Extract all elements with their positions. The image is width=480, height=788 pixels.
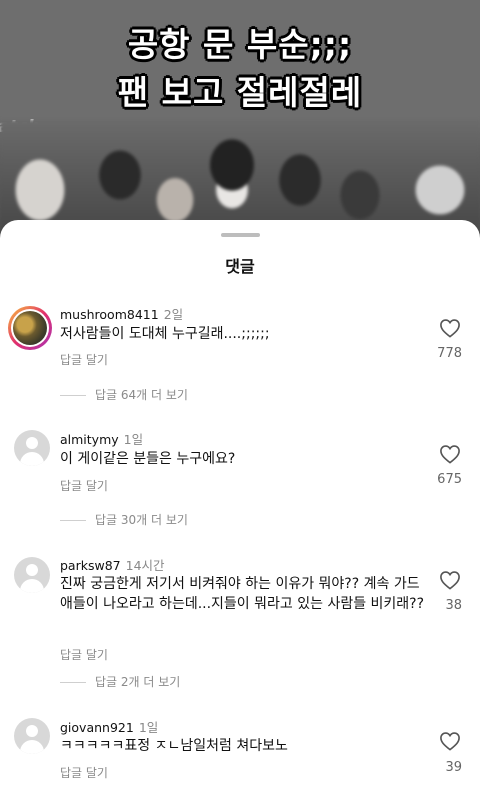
view-replies-button[interactable]: 답글 2개 더 보기 xyxy=(60,673,180,690)
avatar-photo xyxy=(13,311,47,345)
like-count: 38 xyxy=(445,598,462,613)
view-replies-label: 답글 30개 더 보기 xyxy=(95,513,188,527)
comment-meta: parksw87 14시간 xyxy=(60,555,165,574)
like-count: 39 xyxy=(445,760,462,775)
comments-sheet: 댓글 mushroom8411 2일 저사람들이 도대체 누구길래....;;;;… xyxy=(0,220,480,788)
view-replies-button[interactable]: 답글 64개 더 보기 xyxy=(60,386,188,403)
comment-meta: giovann921 1일 xyxy=(60,717,158,736)
reply-button[interactable]: 답글 달기 xyxy=(60,764,108,781)
like-count: 675 xyxy=(437,472,462,487)
default-avatar-icon xyxy=(26,564,38,576)
comment-text: 진짜 궁금한게 저기서 비켜줘야 하는 이유가 뭐야?? 계속 가드애들이 나오… xyxy=(60,576,425,612)
like-count: 778 xyxy=(437,346,462,361)
reply-button[interactable]: 답글 달기 xyxy=(60,646,108,663)
heart-icon[interactable] xyxy=(439,318,461,338)
sheet-title: 댓글 xyxy=(225,257,255,276)
video-title-line-1: 공항 문 부순;;; xyxy=(127,25,353,64)
comment-username[interactable]: mushroom8411 xyxy=(60,307,159,322)
comment-username[interactable]: almitymy xyxy=(60,432,119,447)
default-avatar-icon xyxy=(26,437,38,449)
heart-icon[interactable] xyxy=(439,444,461,464)
view-replies-label: 답글 2개 더 보기 xyxy=(95,675,181,689)
avatar[interactable] xyxy=(14,557,50,593)
comment-username[interactable]: giovann921 xyxy=(60,720,134,735)
avatar[interactable] xyxy=(8,306,52,350)
comment-text: 저사람들이 도대체 누구길래....;;;;;; xyxy=(60,326,270,342)
view-replies-line xyxy=(60,682,86,683)
comment-meta: almitymy 1일 xyxy=(60,429,143,448)
sheet-drag-handle[interactable] xyxy=(221,233,260,237)
reply-button[interactable]: 답글 달기 xyxy=(60,351,108,368)
video-title-line-2: 팬 보고 절레절레 xyxy=(117,73,363,112)
avatar[interactable] xyxy=(14,430,50,466)
comment-time: 1일 xyxy=(123,432,144,447)
comment-time: 14시간 xyxy=(125,558,165,573)
avatar[interactable] xyxy=(14,718,50,754)
comment-text: 이 게이같은 분들은 누구에요? xyxy=(60,451,236,467)
view-replies-label: 답글 64개 더 보기 xyxy=(95,388,188,402)
heart-icon[interactable] xyxy=(439,570,461,590)
comment-time: 2일 xyxy=(163,307,184,322)
view-replies-line xyxy=(60,520,86,521)
comment-username[interactable]: parksw87 xyxy=(60,558,121,573)
comment-time: 1일 xyxy=(138,720,159,735)
comment-meta: mushroom8411 2일 xyxy=(60,304,183,323)
comment-text: ㅋㅋㅋㅋㅋ표정 ㅈㄴ남일처럼 쳐다보노 xyxy=(60,738,288,754)
view-replies-line xyxy=(60,395,86,396)
reply-button[interactable]: 답글 달기 xyxy=(60,477,108,494)
view-replies-button[interactable]: 답글 30개 더 보기 xyxy=(60,511,188,528)
default-avatar-icon xyxy=(26,725,38,737)
heart-icon[interactable] xyxy=(439,731,461,751)
